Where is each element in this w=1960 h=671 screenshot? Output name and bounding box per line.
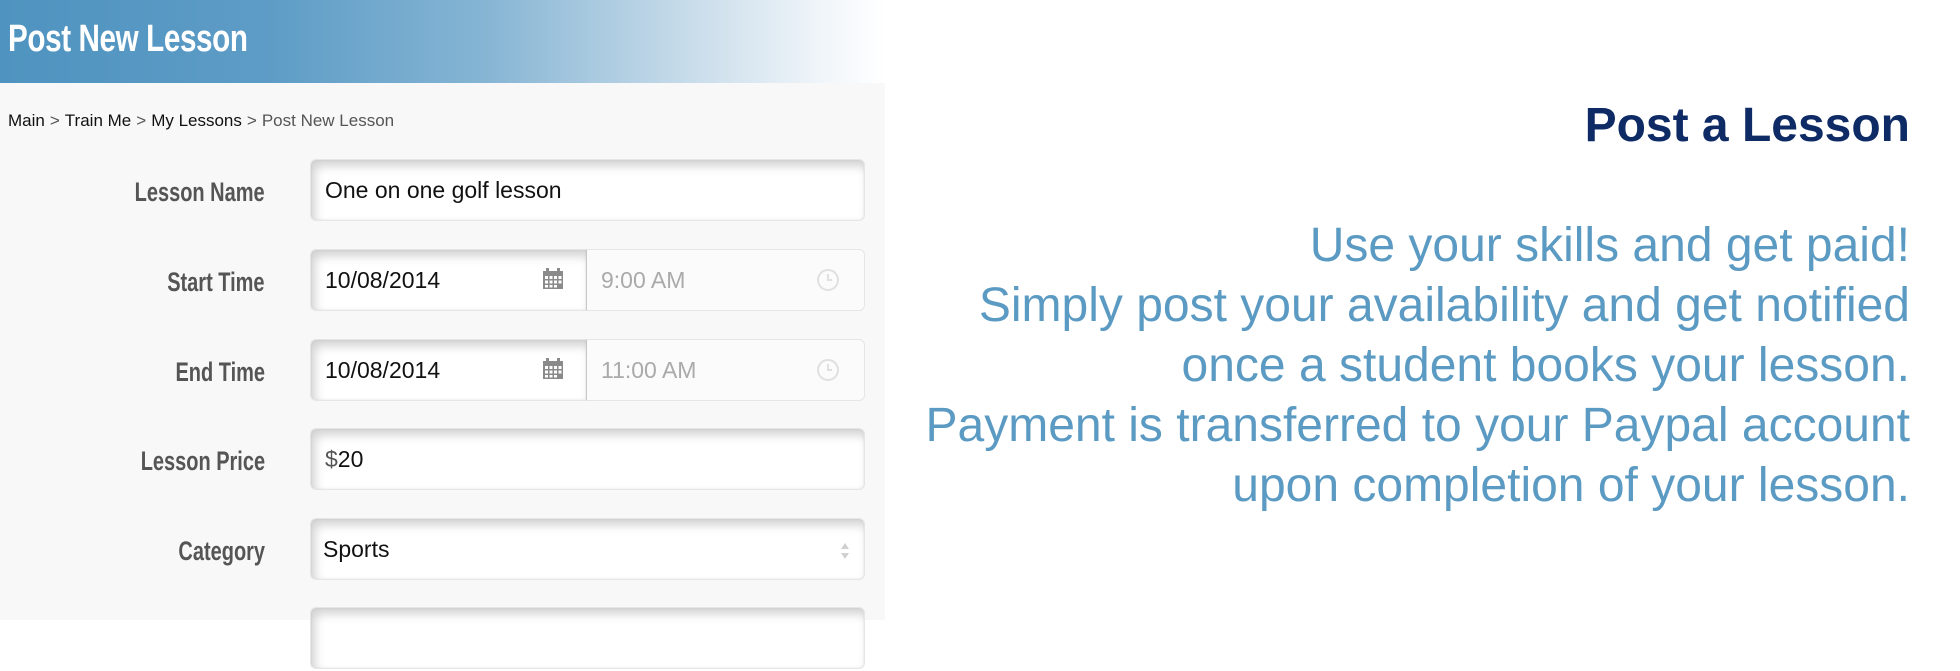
end-time-input[interactable]: 11:00 AM [587, 339, 865, 401]
next-field-row [0, 607, 885, 671]
promo-line: Payment is transferred to your Paypal ac… [925, 399, 1911, 452]
select-arrows-icon [841, 543, 849, 559]
category-label: Category [178, 536, 265, 566]
page-title: Post New Lesson [8, 18, 248, 60]
lesson-name-row: Lesson Name One on one golf lesson [0, 159, 885, 223]
promo-panel: Post a Lesson Use your skills and get pa… [885, 0, 1960, 620]
lesson-price-label: Lesson Price [140, 446, 265, 476]
category-select[interactable]: Sports [310, 518, 865, 580]
post-lesson-panel: Post New Lesson Main > Train Me > My Lessons… [0, 0, 885, 669]
breadcrumb-train-me[interactable]: Train Me [65, 111, 131, 130]
calendar-icon[interactable] [542, 358, 564, 380]
clock-icon[interactable] [816, 358, 840, 382]
breadcrumb-main[interactable]: Main [8, 111, 45, 130]
lesson-name-label: Lesson Name [135, 177, 265, 207]
end-time-row: End Time 10/08/2014 11:00 AM [0, 339, 885, 403]
promo-line: upon completion of your lesson. [1232, 459, 1910, 512]
breadcrumb-current: Post New Lesson [261, 111, 395, 130]
currency-prefix: $ [325, 446, 338, 472]
category-row: Category Sports [0, 518, 885, 582]
end-date-input[interactable]: 10/08/2014 [310, 339, 587, 401]
end-date-value: 10/08/2014 [325, 357, 441, 383]
promo-title: Post a Lesson [1584, 99, 1910, 152]
lesson-price-value: 20 [337, 446, 364, 472]
start-date-input[interactable]: 10/08/2014 [310, 249, 587, 311]
next-field-input[interactable] [310, 607, 865, 669]
promo-line: Use your skills and get paid! [1309, 219, 1910, 272]
lesson-price-row: Lesson Price $20 [0, 428, 885, 492]
start-time-label: Start Time [167, 267, 265, 297]
breadcrumb: Main > Train Me > My Lessons > Post New Lesson [8, 111, 394, 131]
start-time-row: Start Time 10/08/2014 9:00 AM [0, 249, 885, 313]
clock-icon[interactable] [816, 268, 840, 292]
breadcrumb-separator: > [246, 111, 257, 130]
promo-line: Simply post your availability and get no… [978, 279, 1910, 332]
header-bar: Post New Lesson [0, 0, 885, 83]
start-date-value: 10/08/2014 [325, 267, 441, 293]
category-value: Sports [323, 536, 390, 562]
breadcrumb-my-lessons[interactable]: My Lessons [151, 111, 242, 130]
promo-line: once a student books your lesson. [1181, 339, 1910, 392]
calendar-icon[interactable] [542, 268, 564, 290]
end-time-label: End Time [175, 357, 265, 387]
breadcrumb-separator: > [136, 111, 147, 130]
lesson-name-input[interactable]: One on one golf lesson [310, 159, 865, 221]
end-time-value: 11:00 AM [601, 357, 697, 383]
start-time-value: 9:00 AM [601, 267, 686, 293]
lesson-price-input[interactable]: $20 [310, 428, 865, 490]
promo-text: Use your skills and get paid! Simply pos… [850, 216, 1911, 516]
breadcrumb-separator: > [49, 111, 60, 130]
start-time-input[interactable]: 9:00 AM [587, 249, 865, 311]
